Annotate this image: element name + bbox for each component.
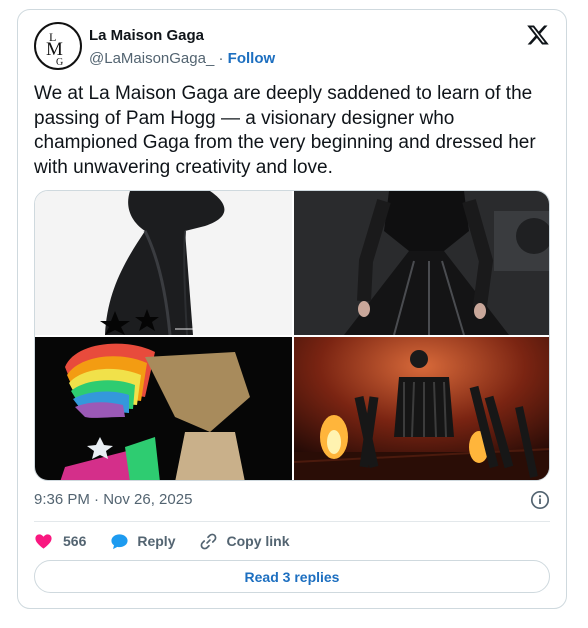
lmg-monogram-logo: L M G (38, 26, 78, 68)
media-photo-4[interactable] (294, 337, 549, 480)
copy-link-label: Copy link (226, 533, 290, 549)
reply-button[interactable]: Reply (110, 532, 175, 551)
tweet-card: L M G La Maison Gaga @LaMaisonGaga_ · Fo… (17, 9, 567, 609)
read-replies-button[interactable]: Read 3 replies (34, 560, 550, 593)
like-count: 566 (63, 533, 87, 549)
rainbow-headpiece-photo-image (35, 337, 292, 480)
author-handle[interactable]: @LaMaisonGaga_ (89, 50, 214, 67)
handle-separator: · (218, 50, 224, 67)
reply-bubble-icon (111, 533, 128, 549)
tweet-text: We at La Maison Gaga are deeply saddened… (34, 83, 536, 178)
tweet-timestamp[interactable]: 9:36 PM · Nov 26, 2025 (34, 491, 192, 508)
author-name[interactable]: La Maison Gaga (89, 27, 204, 44)
x-logo-icon[interactable] (526, 23, 550, 47)
media-photo-3[interactable] (35, 337, 292, 480)
divider (34, 521, 550, 522)
like-button[interactable]: 566 (34, 532, 86, 551)
heart-icon (35, 533, 52, 549)
glove-photo-image (35, 191, 292, 335)
stage-performance-photo-image (294, 337, 549, 480)
follow-button[interactable]: Follow (228, 50, 276, 67)
media-photo-2[interactable] (294, 191, 549, 335)
svg-text:G: G (56, 57, 63, 68)
reply-label: Reply (137, 533, 176, 549)
leather-dress-photo-image (294, 191, 549, 335)
author-avatar[interactable]: L M G (34, 22, 82, 70)
info-icon[interactable] (530, 490, 550, 510)
media-grid (34, 190, 550, 481)
tweet-actions: 566 Reply Copy link (34, 530, 314, 552)
copy-link-button[interactable]: Copy link (199, 532, 290, 551)
author-handle-row: @LaMaisonGaga_ · Follow (89, 50, 275, 67)
media-photo-1[interactable] (35, 191, 292, 335)
link-icon (201, 533, 217, 549)
